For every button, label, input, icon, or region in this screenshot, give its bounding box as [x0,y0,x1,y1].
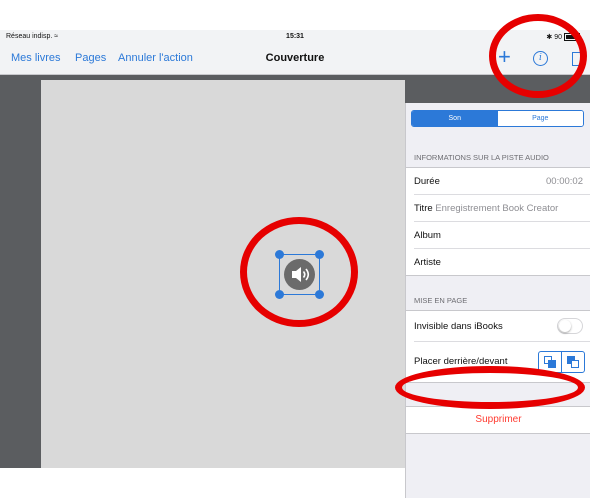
audio-info-header: INFORMATIONS SUR LA PISTE AUDIO [414,153,549,162]
status-bar: Réseau indisp. ≈ 15:31 ✱ 90 [0,30,590,44]
resize-handle-top-left[interactable] [275,250,284,259]
tab-page[interactable]: Page [497,111,583,126]
battery-status: ✱ 90 [546,33,580,42]
navigation-bar: Mes livres Pages Annuler l'action Couver… [0,44,590,75]
album-label: Album [414,230,441,241]
inspector-segmented-control: Son Page [411,110,584,127]
delete-button[interactable]: Supprimer [406,406,590,434]
layout-list: Invisible dans iBooks Placer derrière/de… [406,310,590,383]
artist-row[interactable]: Artiste [414,249,590,275]
artist-label: Artiste [414,257,441,268]
audio-info-list: Durée 00:00:02 Titre Enregistrement Book… [406,167,590,276]
plus-icon[interactable]: + [498,46,511,68]
front-square-outline [571,360,579,368]
bluetooth-icon: ✱ [546,34,553,41]
duration-label: Durée [414,176,440,187]
book-page-canvas[interactable] [41,80,405,468]
bring-back-icon[interactable] [539,352,561,372]
clock: 15:31 [286,33,304,40]
duration-row: Durée 00:00:02 [414,168,590,195]
inspector-panel: Son Page INFORMATIONS SUR LA PISTE AUDIO… [405,103,590,498]
resize-handle-top-right[interactable] [315,250,324,259]
tab-sound[interactable]: Son [412,111,498,126]
invisible-label: Invisible dans iBooks [414,321,503,332]
arrange-row: Placer derrière/devant [414,342,590,382]
audio-element[interactable] [275,250,324,299]
info-icon[interactable]: i [533,51,548,66]
layout-header: MISE EN PAGE [414,296,468,305]
title-row[interactable]: Titre Enregistrement Book Creator [414,195,590,222]
title-label: Titre Enregistrement Book Creator [414,203,559,214]
invisible-toggle[interactable] [557,318,583,334]
invisible-row: Invisible dans iBooks [414,311,590,342]
app-screen: Réseau indisp. ≈ 15:31 ✱ 90 Mes livres P… [0,30,590,498]
album-row[interactable]: Album [414,222,590,249]
speaker-icon [284,259,315,290]
resize-handle-bottom-left[interactable] [275,290,284,299]
bring-front-icon[interactable] [561,352,584,372]
back-square-filled [548,360,556,368]
arrange-control [538,351,585,373]
battery-icon [564,33,580,42]
arrange-label: Placer derrière/devant [414,356,508,367]
page-view-icon[interactable] [572,52,582,66]
resize-handle-bottom-right[interactable] [315,290,324,299]
duration-value: 00:00:02 [546,176,583,187]
title-field[interactable]: Enregistrement Book Creator [435,203,558,214]
